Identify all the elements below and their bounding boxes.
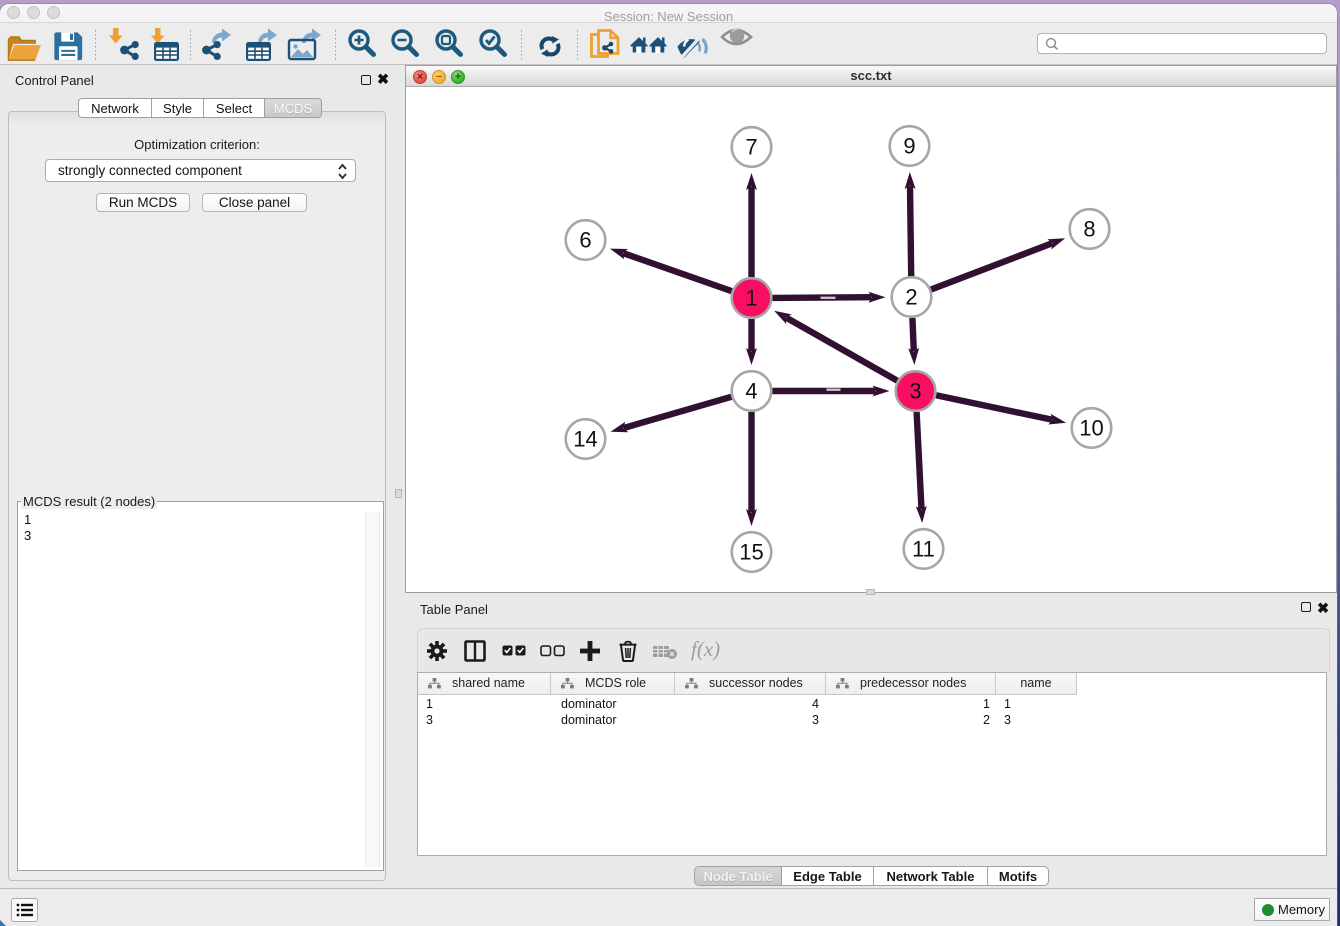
svg-text:2: 2: [905, 285, 917, 310]
svg-text:8: 8: [1083, 217, 1095, 242]
svg-text:4: 4: [745, 379, 757, 404]
svg-text:11: 11: [912, 537, 935, 562]
svg-text:9: 9: [903, 134, 915, 159]
svg-text:15: 15: [739, 540, 763, 565]
svg-text:14: 14: [573, 427, 597, 452]
svg-text:10: 10: [1079, 416, 1103, 441]
svg-text:3: 3: [909, 379, 921, 404]
svg-text:7: 7: [745, 135, 757, 160]
svg-text:6: 6: [579, 228, 591, 253]
svg-text:1: 1: [745, 286, 757, 311]
